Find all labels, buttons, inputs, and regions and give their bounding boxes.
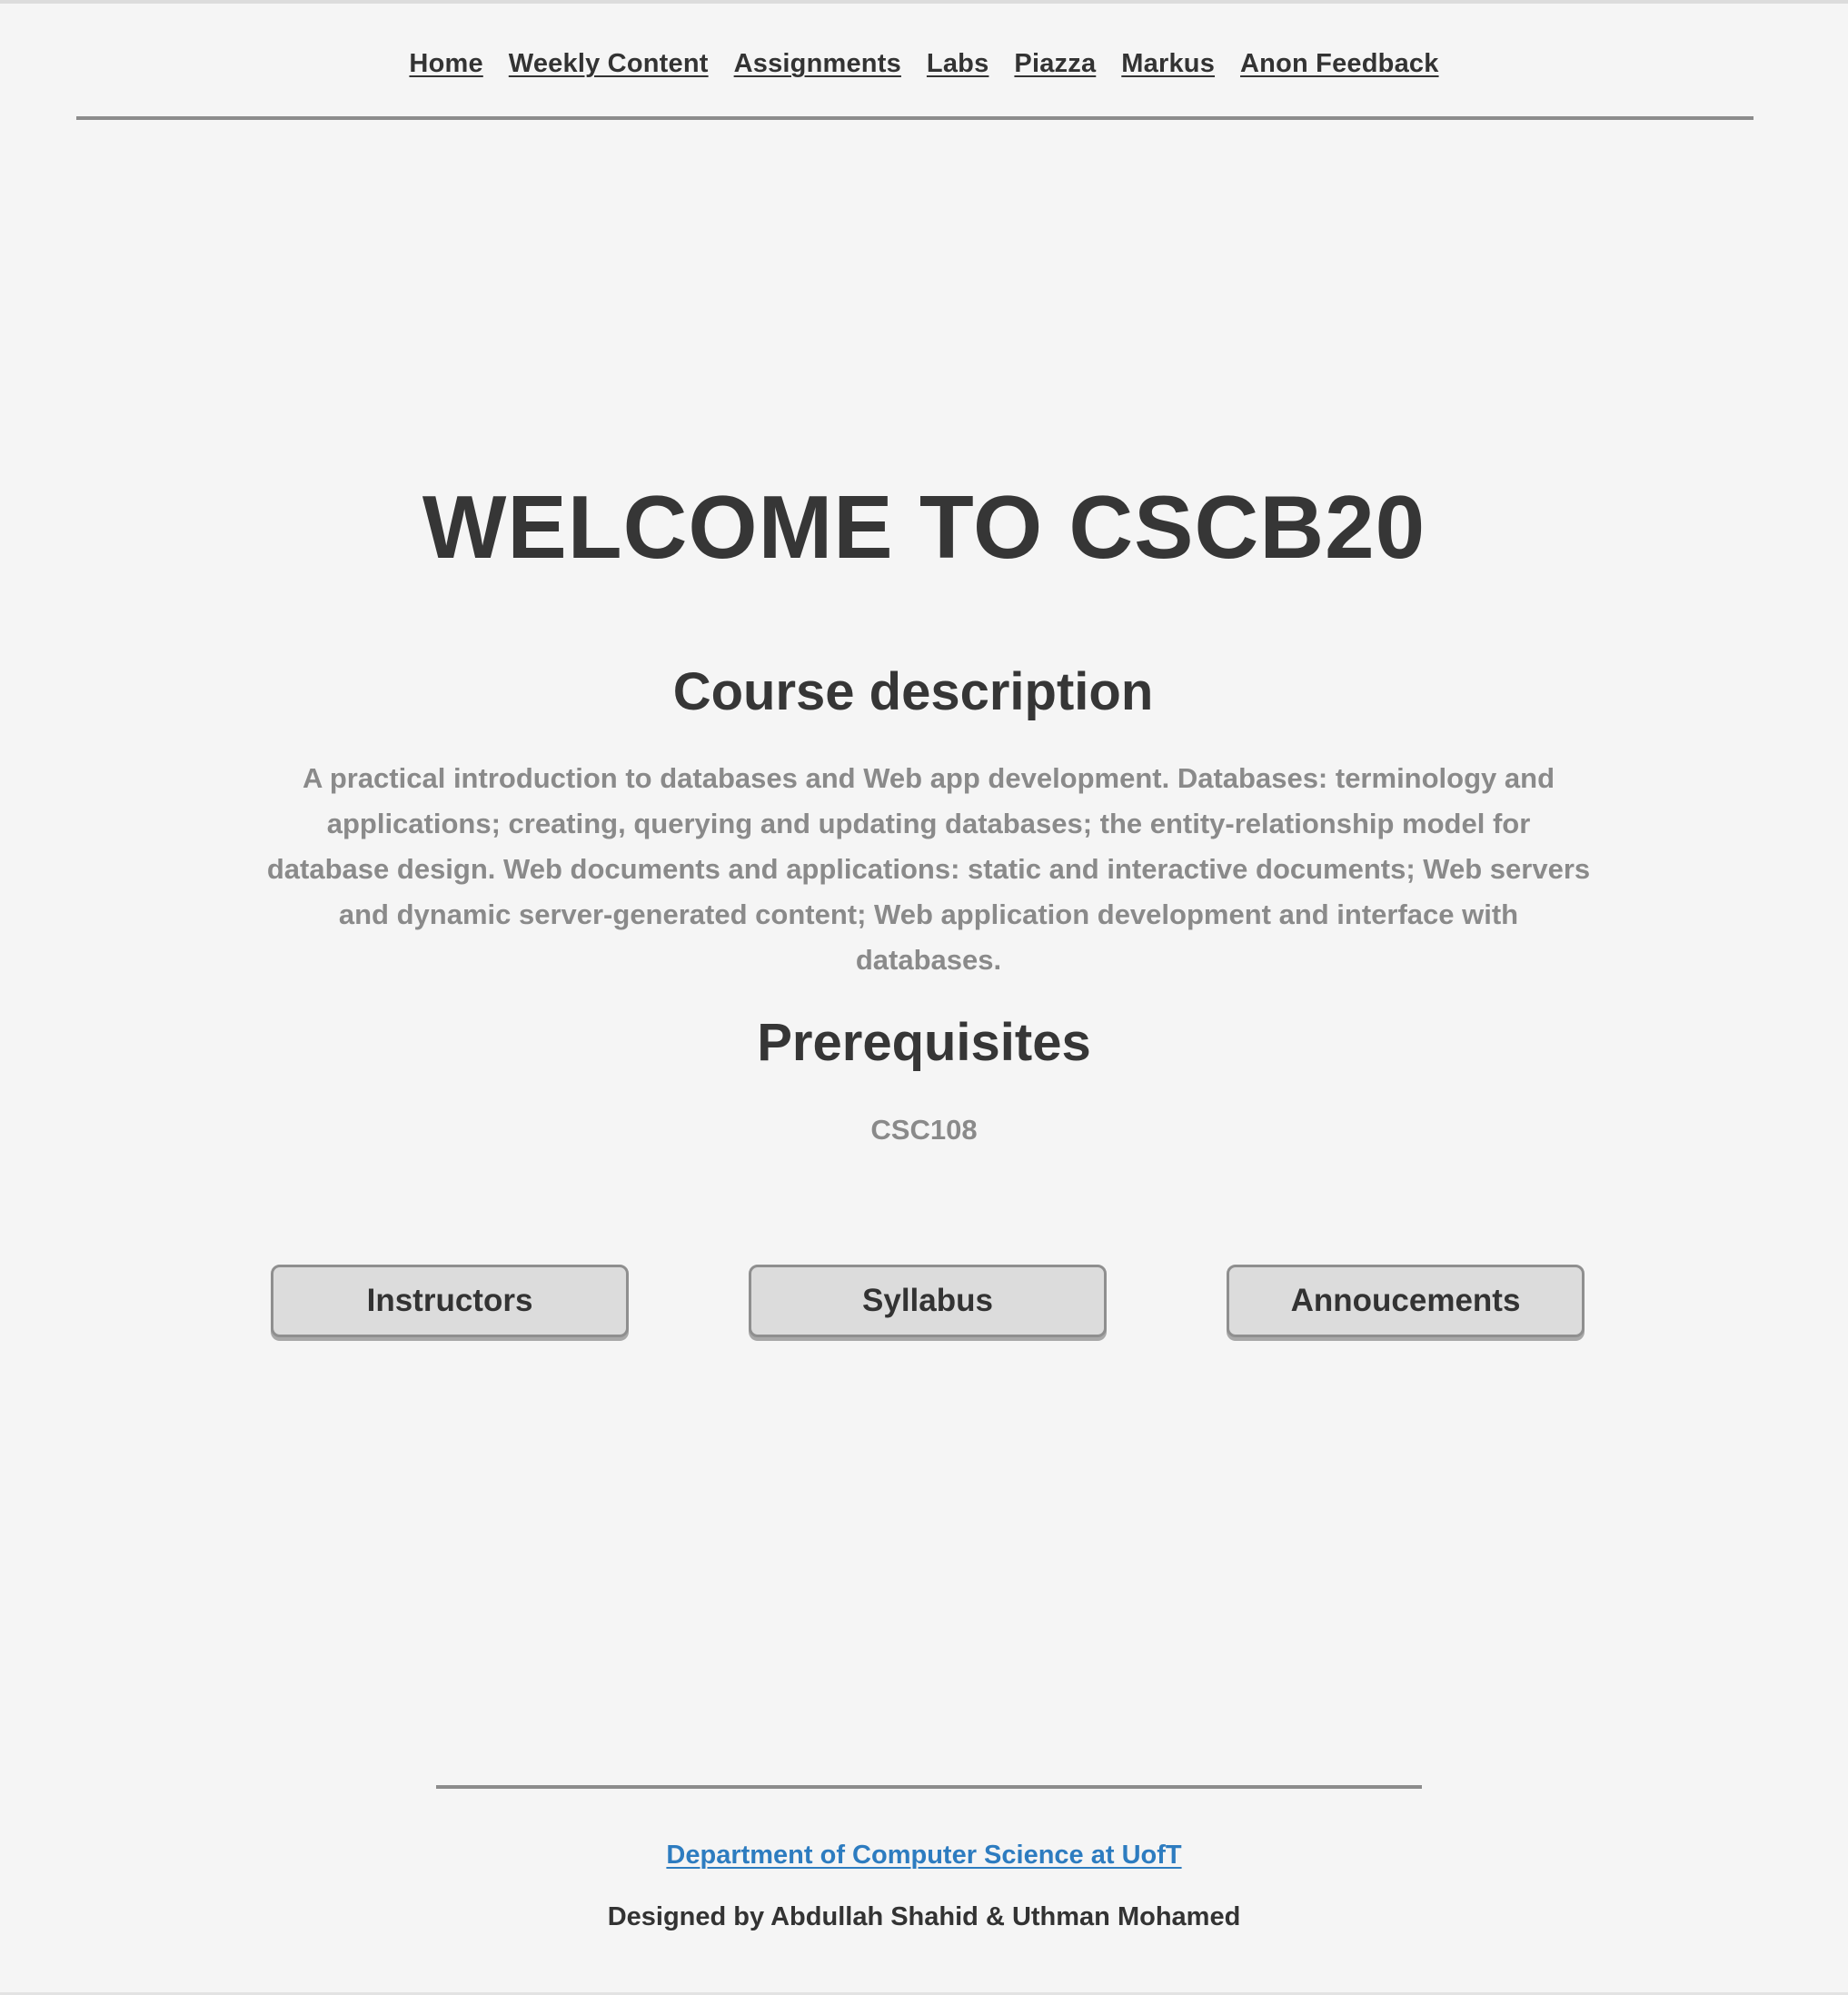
top-nav: Home Weekly Content Assignments Labs Pia…	[0, 49, 1848, 79]
footer-credits: Designed by Abdullah Shahid & Uthman Moh…	[607, 1902, 1241, 1931]
instructors-button[interactable]: Instructors	[271, 1265, 629, 1337]
nav-link-labs[interactable]: Labs	[927, 49, 989, 79]
footer-divider	[436, 1785, 1422, 1789]
nav-link-home[interactable]: Home	[409, 49, 482, 79]
prerequisites-value: CSC108	[870, 1114, 978, 1146]
nav-divider	[76, 116, 1754, 120]
syllabus-button[interactable]: Syllabus	[749, 1265, 1107, 1337]
nav-link-weekly-content[interactable]: Weekly Content	[509, 49, 709, 79]
nav-link-markus[interactable]: Markus	[1121, 49, 1215, 79]
nav-link-assignments[interactable]: Assignments	[734, 49, 901, 79]
department-link[interactable]: Department of Computer Science at UofT	[666, 1841, 1181, 1870]
nav-link-piazza[interactable]: Piazza	[1014, 49, 1096, 79]
nav-link-anon-feedback[interactable]: Anon Feedback	[1240, 49, 1439, 79]
page-title: WELCOME TO CSCB20	[422, 477, 1426, 577]
prerequisites-heading: Prerequisites	[757, 1013, 1091, 1072]
course-description-text: A practical introduction to databases an…	[266, 762, 1591, 976]
announcements-button[interactable]: Annoucements	[1227, 1265, 1585, 1337]
footer-link-container: Department of Computer Science at UofT	[0, 1841, 1848, 1871]
course-description-heading: Course description	[672, 662, 1154, 721]
